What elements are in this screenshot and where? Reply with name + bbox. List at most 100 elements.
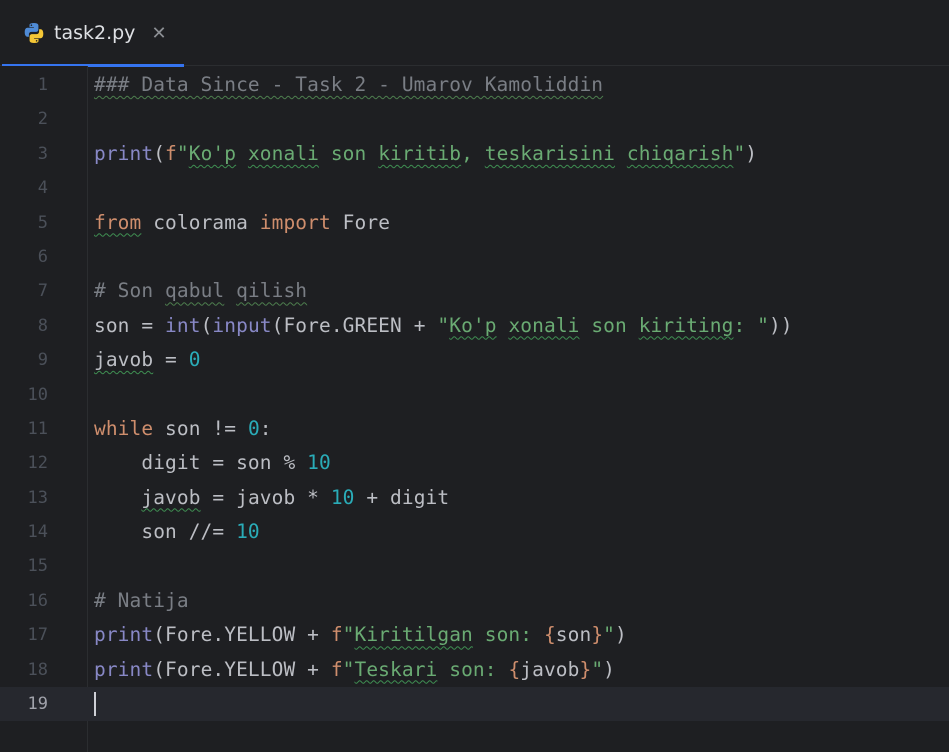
code-token: f xyxy=(165,141,177,165)
close-icon[interactable]: ✕ xyxy=(151,23,166,44)
code-token: " xyxy=(733,141,746,165)
code-token: print xyxy=(94,657,154,681)
code-token: " xyxy=(342,657,355,681)
code-token: = xyxy=(153,348,189,372)
code-token: ( xyxy=(153,141,166,165)
line-number: 18 xyxy=(27,659,48,680)
code-token: chiqarish xyxy=(626,141,734,165)
code-line[interactable]: 12 digit = son % 10 xyxy=(0,446,949,480)
code-token: { xyxy=(508,657,521,681)
code-editor[interactable]: task2.py ✕ 1 ### Data Since - Task 2 - Um… xyxy=(0,0,949,752)
tab-task2-py[interactable]: task2.py ✕ xyxy=(0,0,184,67)
code-token: colorama xyxy=(141,210,260,234)
code-token: " xyxy=(603,623,616,647)
code-line[interactable]: 18 print(Fore.YELLOW + f"Teskari son: {ja… xyxy=(0,653,949,687)
line-number: 12 xyxy=(27,453,48,474)
code-token: digit = son % xyxy=(94,451,308,475)
line-number: 8 xyxy=(37,315,48,336)
editor-tab-bar: task2.py ✕ xyxy=(0,0,949,67)
code-line[interactable]: 14 son //= 10 xyxy=(0,515,949,549)
line-number: 1 xyxy=(37,75,48,95)
code-token: ) xyxy=(745,141,758,165)
code-line[interactable]: 19 xyxy=(0,687,949,722)
code-token: (Fore.YELLOW + xyxy=(153,623,331,647)
code-line[interactable]: 11 while son != 0: xyxy=(0,412,949,446)
code-token: javob xyxy=(141,485,201,509)
code-token: son: xyxy=(437,657,509,681)
code-token: xonali xyxy=(247,141,319,165)
line-code: # Natija xyxy=(94,584,189,618)
code-token: son xyxy=(319,141,379,165)
code-token: Kiritilgan xyxy=(354,623,473,647)
code-line[interactable]: 8 son = int(input(Fore.GREEN + "Ko'p xona… xyxy=(0,309,949,343)
code-token: qabul xyxy=(165,279,225,303)
code-token: : " xyxy=(733,313,769,337)
code-token: while xyxy=(94,416,154,440)
line-code: # Son qabul qilish xyxy=(94,274,307,308)
code-line[interactable]: 17 print(Fore.YELLOW + f"Kiritilgan son: … xyxy=(0,618,949,652)
code-line[interactable]: 5 from colorama import Fore xyxy=(0,206,949,240)
code-token: input xyxy=(212,313,272,337)
code-line[interactable]: 10 xyxy=(0,378,949,412)
code-token: # Natija xyxy=(94,588,189,612)
line-number: 11 xyxy=(27,418,48,439)
line-number: 9 xyxy=(37,350,48,371)
code-line[interactable]: 1 ### Data Since - Task 2 - Umarov Kamoli… xyxy=(0,68,949,102)
line-number: 4 xyxy=(37,178,48,199)
code-token: kiritib xyxy=(378,141,462,165)
code-token: import xyxy=(259,210,331,234)
code-token: " xyxy=(342,623,355,647)
code-token: " xyxy=(591,657,604,681)
line-code: from colorama import Fore xyxy=(94,206,390,240)
code-line[interactable]: 15 xyxy=(0,549,949,583)
line-code: digit = son % 10 xyxy=(94,446,331,480)
tab-title: task2.py xyxy=(54,22,136,44)
code-line[interactable]: 7 # Son qabul qilish xyxy=(0,274,949,308)
code-token: ) xyxy=(615,623,627,647)
code-token: print xyxy=(94,623,154,647)
code-line[interactable]: 3 print(f"Ko'p xonali son kiritib, teskar… xyxy=(0,137,949,171)
line-number: 15 xyxy=(27,556,48,577)
line-number: 2 xyxy=(37,109,48,130)
code-token: ) xyxy=(603,657,616,681)
code-token: } xyxy=(579,657,592,681)
code-token: Teskari xyxy=(354,657,438,681)
line-number: 5 xyxy=(37,212,48,233)
line-code: while son != 0: xyxy=(94,412,272,446)
code-token: xonali xyxy=(508,313,580,337)
code-token: javob xyxy=(94,348,154,372)
code-line[interactable]: 13 javob = javob * 10 + digit xyxy=(0,481,949,515)
line-number: 16 xyxy=(27,590,48,611)
code-token: } xyxy=(591,623,604,647)
code-area[interactable]: 1 ### Data Since - Task 2 - Umarov Kamoli… xyxy=(0,68,949,752)
code-line[interactable]: 6 xyxy=(0,240,949,274)
line-number: 6 xyxy=(37,246,48,267)
line-number: 7 xyxy=(37,281,48,302)
code-token: ( xyxy=(200,313,213,337)
code-token: = javob * xyxy=(200,485,331,509)
code-line[interactable]: 16 # Natija xyxy=(0,584,949,618)
line-code: ### Data Since - Task 2 - Umarov Kamolid… xyxy=(94,68,603,102)
code-token: { xyxy=(543,623,556,647)
code-token: Ko'p xyxy=(188,141,237,165)
code-token: son xyxy=(579,313,639,337)
line-code: print(f"Ko'p xonali son kiritib, teskari… xyxy=(94,137,757,171)
code-token: 10 xyxy=(236,520,260,544)
code-token: son: xyxy=(472,623,544,647)
code-token: ### Data Since - Task 2 - Umarov Kamolid… xyxy=(94,73,604,96)
line-code: javob = javob * 10 + digit xyxy=(94,481,449,515)
code-line[interactable]: 9 javob = 0 xyxy=(0,343,949,377)
code-line[interactable]: 4 xyxy=(0,171,949,205)
code-token: , xyxy=(461,141,485,165)
line-number: 17 xyxy=(27,625,48,646)
code-token: )) xyxy=(768,313,793,337)
line-number: 3 xyxy=(37,143,48,164)
line-number: 14 xyxy=(27,522,48,543)
code-token: + digit xyxy=(354,485,450,509)
code-token: 10 xyxy=(330,485,355,509)
text-cursor xyxy=(94,692,96,717)
code-line[interactable]: 2 xyxy=(0,102,949,136)
code-token: from xyxy=(94,210,142,234)
